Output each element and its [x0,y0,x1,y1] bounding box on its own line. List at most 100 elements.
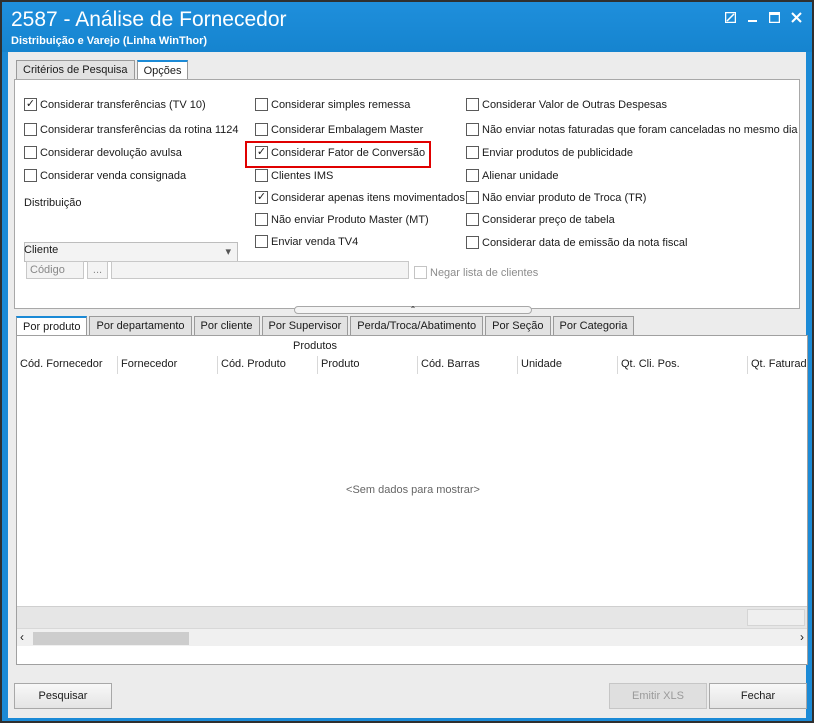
checkbox-label: Considerar simples remessa [271,98,411,111]
title-bar: 2587 - Análise de Fornecedor Distribuiçã… [2,2,812,52]
checkbox-produtos-publicidade[interactable]: Enviar produtos de publicidade [466,146,633,159]
checkbox-nao-enviar-produto-master[interactable]: Não enviar Produto Master (MT) [255,213,429,226]
checkbox-nao-enviar-notas-canceladas[interactable]: Não enviar notas faturadas que foram can… [466,123,798,136]
footer-summary-cell [747,609,805,626]
checkbox-box: ✓ [255,191,268,204]
restore-icon[interactable] [720,8,740,26]
checkbox-apenas-itens-movimentados[interactable]: ✓ Considerar apenas itens movimentados [255,191,465,204]
checkbox-label: Considerar transferências da rotina 1124 [40,123,239,136]
checkbox-alienar-unidade[interactable]: Alienar unidade [466,169,558,182]
column-header[interactable]: Produto [317,356,417,374]
distribuicao-label: Distribuição [24,197,82,209]
tab-perda-troca-abatimento[interactable]: Perda/Troca/Abatimento [350,316,484,336]
checkbox-label: Não enviar Produto Master (MT) [271,213,429,226]
column-header[interactable]: Unidade [517,356,617,374]
checkbox-box [24,169,37,182]
checkbox-box [466,191,479,204]
checkbox-venda-consignada[interactable]: Considerar venda consignada [24,169,186,182]
checkbox-data-emissao-nota[interactable]: Considerar data de emissão da nota fisca… [466,236,687,249]
fechar-button[interactable]: Fechar [709,683,807,709]
tab-por-produto[interactable]: Por produto [16,316,88,336]
products-grid: Produtos Cód. Fornecedor Fornecedor Cód.… [16,335,808,665]
checkbox-label: Não enviar produto de Troca (TR) [482,191,647,204]
horizontal-scrollbar[interactable]: ‹ › [17,628,807,646]
emitir-xls-button[interactable]: Emitir XLS [609,683,707,709]
checkbox-negar-lista-clientes[interactable]: Negar lista de clientes [414,266,538,279]
checkbox-label: Considerar devolução avulsa [40,146,182,159]
chevron-right-icon[interactable]: › [800,630,804,644]
checkbox-valor-outras-despesas[interactable]: Considerar Valor de Outras Despesas [466,98,667,111]
options-panel: ✓ Considerar transferências (TV 10) Consi… [14,79,800,309]
checkbox-label: Considerar preço de tabela [482,213,615,226]
column-header[interactable]: Qt. Faturada [747,356,807,374]
column-header[interactable]: Fornecedor [117,356,217,374]
tab-por-secao[interactable]: Por Seção [485,316,551,336]
checkbox-preco-tabela[interactable]: Considerar preço de tabela [466,213,615,226]
cliente-browse-button[interactable]: ... [87,261,108,279]
checkbox-box [24,146,37,159]
checkbox-box [255,213,268,226]
column-header[interactable]: Cód. Produto [217,356,317,374]
checkbox-box [255,123,268,136]
checkbox-label: Alienar unidade [482,169,559,182]
column-header[interactable]: Cód. Barras [417,356,517,374]
checkbox-box [24,123,37,136]
top-tab-bar: Critérios de Pesquisa Opções [16,60,190,80]
checkbox-box [466,123,479,136]
checkbox-label: Considerar data de emissão da nota fisca… [482,236,688,249]
window-title: 2587 - Análise de Fornecedor [11,8,287,31]
tab-por-departamento[interactable]: Por departamento [89,316,192,336]
tab-por-cliente[interactable]: Por cliente [193,316,260,336]
chevron-down-icon: ▾ [225,246,231,258]
checkbox-label: Negar lista de clientes [430,266,539,279]
tab-por-categoria[interactable]: Por Categoria [552,316,635,336]
column-header[interactable]: Qt. Cli. Pos. [617,356,747,374]
checkbox-transferencias-tv10[interactable]: ✓ Considerar transferências (TV 10) [24,98,206,111]
checkbox-label: Clientes IMS [271,169,334,182]
checkbox-label: Não enviar notas faturadas que foram can… [482,123,798,136]
checkbox-label: Considerar transferências (TV 10) [40,98,206,111]
checkbox-nao-enviar-troca[interactable]: Não enviar produto de Troca (TR) [466,191,646,204]
pesquisar-button[interactable]: Pesquisar [14,683,112,709]
scrollbar-thumb[interactable] [33,632,189,645]
tab-criterios-pesquisa[interactable]: Critérios de Pesquisa [16,60,135,80]
grid-footer [17,606,807,628]
checkbox-box [466,169,479,182]
checkbox-box [255,235,268,248]
tab-por-supervisor[interactable]: Por Supervisor [261,316,349,336]
cliente-nome-field[interactable] [111,261,409,279]
checkbox-simples-remessa[interactable]: Considerar simples remessa [255,98,410,111]
client-area: Critérios de Pesquisa Opções ✓ Considerar… [8,52,808,718]
checkbox-clientes-ims[interactable]: Clientes IMS [255,169,333,182]
checkbox-box [466,146,479,159]
panel-splitter[interactable]: ⌃ [294,306,532,314]
grid-band-header: Produtos [292,340,338,352]
checkbox-box: ✓ [24,98,37,111]
checkbox-label: Considerar Embalagem Master [271,123,424,136]
chevron-left-icon[interactable]: ‹ [20,630,24,644]
empty-grid-message: <Sem dados para mostrar> [346,484,480,496]
checkbox-label: Considerar apenas itens movimentados [271,191,465,204]
checkbox-label: Considerar Valor de Outras Despesas [482,98,668,111]
checkbox-box [414,266,427,279]
checkbox-devolucao-avulsa[interactable]: Considerar devolução avulsa [24,146,182,159]
bottom-tab-bar: Por produto Por departamento Por cliente… [16,316,636,336]
cliente-codigo-field[interactable]: Código [26,261,84,279]
checkbox-enviar-venda-tv4[interactable]: Enviar venda TV4 [255,235,358,248]
checkbox-box [466,98,479,111]
close-icon[interactable] [786,8,806,26]
checkbox-box [466,213,479,226]
minimize-icon[interactable] [742,8,762,26]
cliente-label: Cliente [24,244,59,256]
window-subtitle: Distribuição e Varejo (Linha WinThor) [11,35,208,47]
checkbox-transferencias-1124[interactable]: Considerar transferências da rotina 1124 [24,123,239,136]
highlight-box [245,141,431,168]
checkbox-label: Considerar venda consignada [40,169,187,182]
column-header[interactable]: Cód. Fornecedor [17,356,117,374]
checkbox-box [466,236,479,249]
app-window: 2587 - Análise de Fornecedor Distribuiçã… [0,0,814,723]
checkbox-label: Enviar venda TV4 [271,235,359,248]
tab-opcoes[interactable]: Opções [136,60,189,80]
maximize-icon[interactable] [764,8,784,26]
checkbox-embalagem-master[interactable]: Considerar Embalagem Master [255,123,423,136]
